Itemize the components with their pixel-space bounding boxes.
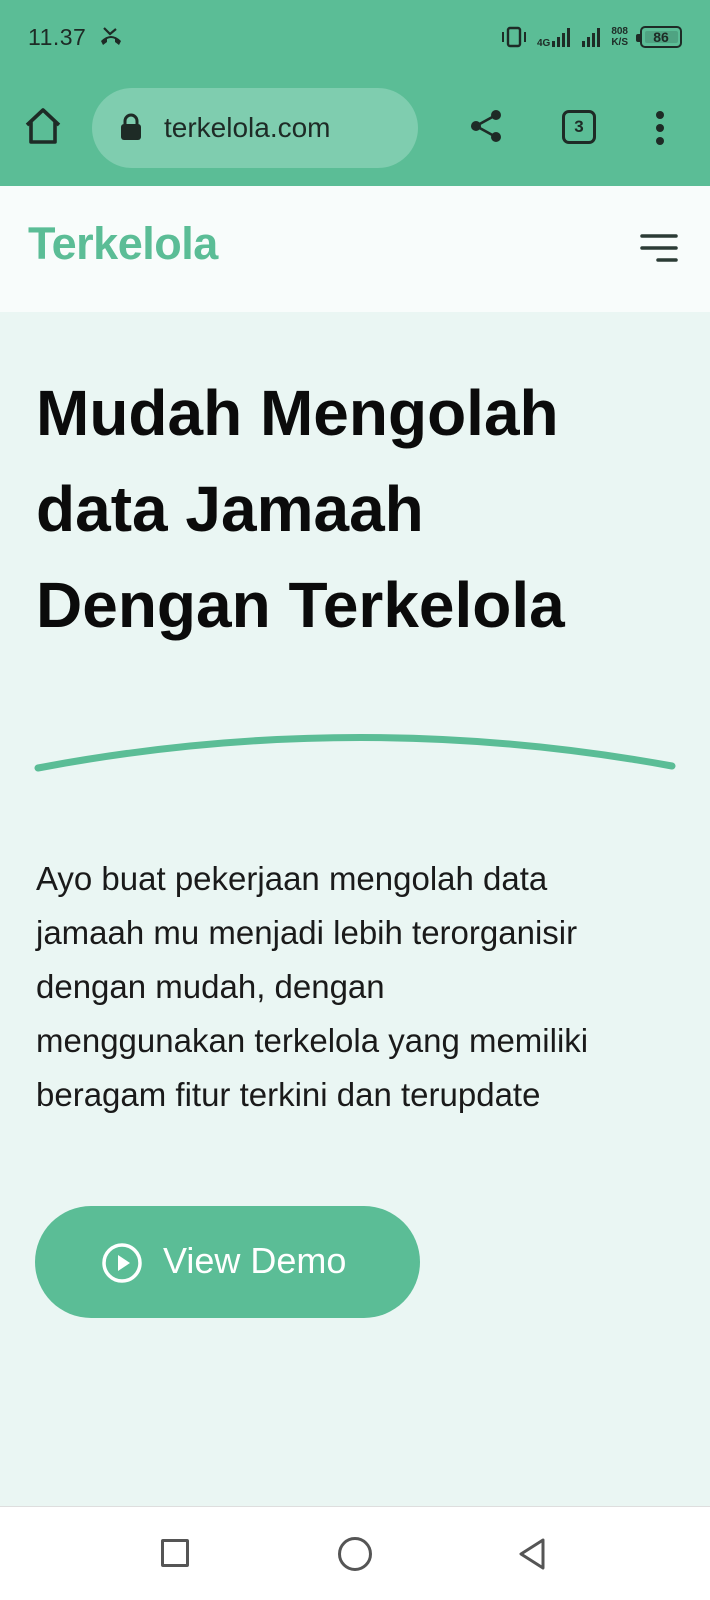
hero-title-line: Mudah Mengolah — [36, 377, 559, 449]
hero-title: Mudah Mengolah data Jamaah Dengan Terkel… — [36, 365, 686, 653]
speed-value: 808 — [611, 26, 628, 37]
hero-description-line: jamaah mu menjadi lebih terorganisir — [36, 914, 578, 951]
site-header: Terkelola — [0, 186, 710, 312]
view-demo-label: View Demo — [163, 1240, 347, 1281]
back-icon[interactable] — [516, 1537, 548, 1571]
hero-description: Ayo buat pekerjaan mengolah data jamaah … — [36, 852, 686, 1122]
url-bar[interactable]: terkelola.com — [92, 88, 418, 168]
site-logo[interactable]: Terkelola — [28, 218, 218, 270]
url-text[interactable]: terkelola.com — [164, 112, 331, 144]
hero-title-line: data Jamaah — [36, 473, 424, 545]
view-demo-button[interactable]: View Demo — [35, 1206, 420, 1318]
hero-description-line: dengan mudah, dengan — [36, 968, 385, 1005]
hamburger-icon[interactable] — [640, 230, 678, 268]
signal-icon-2 — [582, 28, 601, 47]
battery-icon: 86 — [636, 26, 682, 48]
tab-count: 3 — [574, 117, 584, 136]
more-vert-icon[interactable] — [644, 108, 676, 148]
play-circle-icon — [102, 1243, 142, 1283]
tab-switcher-button[interactable]: 3 — [562, 110, 596, 144]
decorative-arc — [34, 734, 676, 772]
network-speed: 808 K/S — [611, 26, 628, 48]
hero-description-line: Ayo buat pekerjaan mengolah data — [36, 860, 548, 897]
hero-description-line: menggunakan terkelola yang memiliki — [36, 1022, 589, 1059]
share-icon[interactable] — [468, 108, 504, 144]
hero-description-line: beragam fitur terkini dan terupdate — [36, 1076, 541, 1113]
network-type: 4G — [536, 38, 551, 49]
battery-level: 86 — [653, 29, 669, 45]
vibrate-icon — [501, 26, 526, 48]
status-icons: 4G 808 K/S 86 — [499, 20, 682, 54]
missed-call-icon — [101, 27, 121, 45]
lock-icon — [121, 113, 141, 140]
system-nav-bar — [0, 1506, 710, 1600]
speed-unit: K/S — [611, 37, 628, 48]
signal-icon: 4G — [537, 25, 573, 49]
status-time: 11.37 — [28, 24, 87, 50]
recents-icon[interactable] — [161, 1539, 189, 1567]
browser-toolbar: terkelola.com 3 — [0, 76, 710, 186]
home-icon[interactable] — [22, 105, 64, 147]
status-bar: 11.37 4G 808 K/S 86 — [0, 0, 710, 76]
nav-home-icon[interactable] — [338, 1537, 372, 1571]
hero-title-line: Dengan Terkelola — [36, 569, 565, 641]
